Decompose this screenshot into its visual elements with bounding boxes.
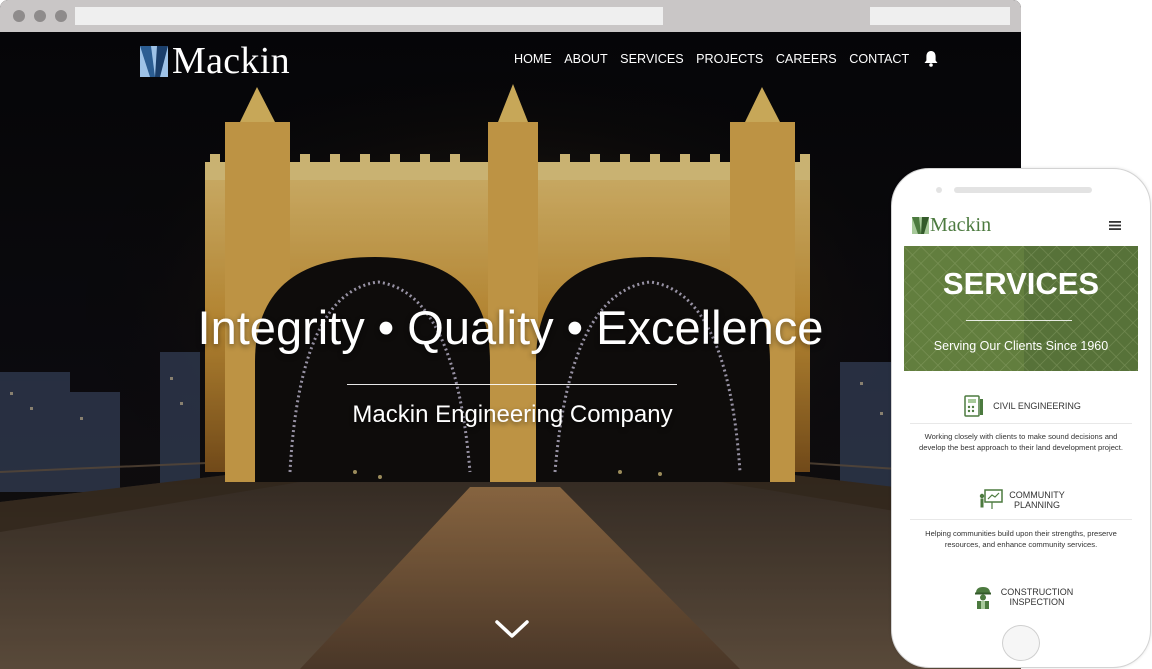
construction-inspection-icon xyxy=(974,587,991,609)
phone-screen: Mackin SERVICES Serving Our Clients Sinc… xyxy=(904,207,1138,621)
service-community-planning[interactable]: COMMUNITY PLANNING xyxy=(904,487,1138,513)
mobile-logo-text: Mackin xyxy=(930,214,992,236)
window-maximize-dot[interactable] xyxy=(55,10,67,22)
service-description: Working closely with clients to make sou… xyxy=(904,431,1138,453)
nav-about[interactable]: ABOUT xyxy=(564,52,607,66)
service-description-line: Working closely with clients to make sou… xyxy=(924,432,1118,441)
service-divider xyxy=(910,423,1132,424)
service-divider xyxy=(910,519,1132,520)
phone-camera xyxy=(936,187,942,193)
service-civil-engineering[interactable]: CIVIL ENGINEERING xyxy=(904,393,1138,419)
service-description-line: develop the best approach to their land … xyxy=(919,443,1123,452)
service-name-line: INSPECTION xyxy=(1009,597,1065,607)
service-construction-inspection[interactable]: CONSTRUCTION INSPECTION xyxy=(904,584,1138,610)
services-title: SERVICES xyxy=(942,266,1100,301)
service-description-line: resources, and enhance community service… xyxy=(944,540,1098,549)
bell-icon[interactable] xyxy=(923,50,939,67)
logo-text: Mackin xyxy=(172,40,290,82)
services-tagline: Serving Our Clients Since 1960 xyxy=(933,339,1109,353)
mobile-header: Mackin xyxy=(904,207,1138,246)
nav-projects[interactable]: PROJECTS xyxy=(696,52,763,66)
mackin-logo-mark-icon xyxy=(140,46,168,77)
browser-search-bar[interactable] xyxy=(870,7,1010,25)
hero-subheadline: Mackin Engineering Company xyxy=(352,401,673,428)
browser-toolbar xyxy=(0,0,1021,32)
services-banner: SERVICES Serving Our Clients Since 1960 xyxy=(904,246,1138,371)
service-description-line: Helping communities build upon their str… xyxy=(925,529,1117,538)
service-name: COMMUNITY PLANNING xyxy=(1009,490,1065,510)
hero-headline: Integrity • Quality • Excellence xyxy=(197,301,824,354)
civil-engineering-icon xyxy=(964,395,984,417)
service-name-line: PLANNING xyxy=(1013,500,1060,510)
hero-divider xyxy=(347,384,677,385)
window-minimize-dot[interactable] xyxy=(34,10,46,22)
nav-home[interactable]: HOME xyxy=(514,52,552,66)
address-bar[interactable] xyxy=(75,7,663,25)
phone-mockup: Mackin SERVICES Serving Our Clients Sinc… xyxy=(891,168,1151,668)
main-navigation: HOME ABOUT SERVICES PROJECTS CAREERS CON… xyxy=(514,50,939,67)
mobile-logo-mark-icon xyxy=(912,217,929,234)
nav-services[interactable]: SERVICES xyxy=(620,52,683,66)
hero-section: Mackin HOME ABOUT SERVICES PROJECTS CARE… xyxy=(0,32,1021,669)
nav-contact[interactable]: CONTACT xyxy=(849,52,909,66)
services-divider xyxy=(966,320,1072,321)
service-name-line: COMMUNITY xyxy=(1009,490,1065,500)
mobile-mackin-logo[interactable]: Mackin xyxy=(912,214,992,236)
service-name: CONSTRUCTION INSPECTION xyxy=(1001,587,1074,607)
service-description: Helping communities build upon their str… xyxy=(904,528,1138,550)
window-close-dot[interactable] xyxy=(13,10,25,22)
service-name-line: CONSTRUCTION xyxy=(1000,587,1074,597)
community-planning-icon xyxy=(980,489,1003,509)
mackin-logo[interactable]: Mackin xyxy=(140,40,290,82)
desktop-browser-mockup: Mackin HOME ABOUT SERVICES PROJECTS CARE… xyxy=(0,0,1021,669)
nav-careers[interactable]: CAREERS xyxy=(776,52,837,66)
phone-speaker xyxy=(954,187,1092,193)
phone-home-button[interactable] xyxy=(1002,625,1040,661)
hamburger-menu-icon[interactable] xyxy=(1109,220,1121,231)
chevron-down-icon[interactable] xyxy=(494,618,530,640)
service-name: CIVIL ENGINEERING xyxy=(993,401,1081,411)
